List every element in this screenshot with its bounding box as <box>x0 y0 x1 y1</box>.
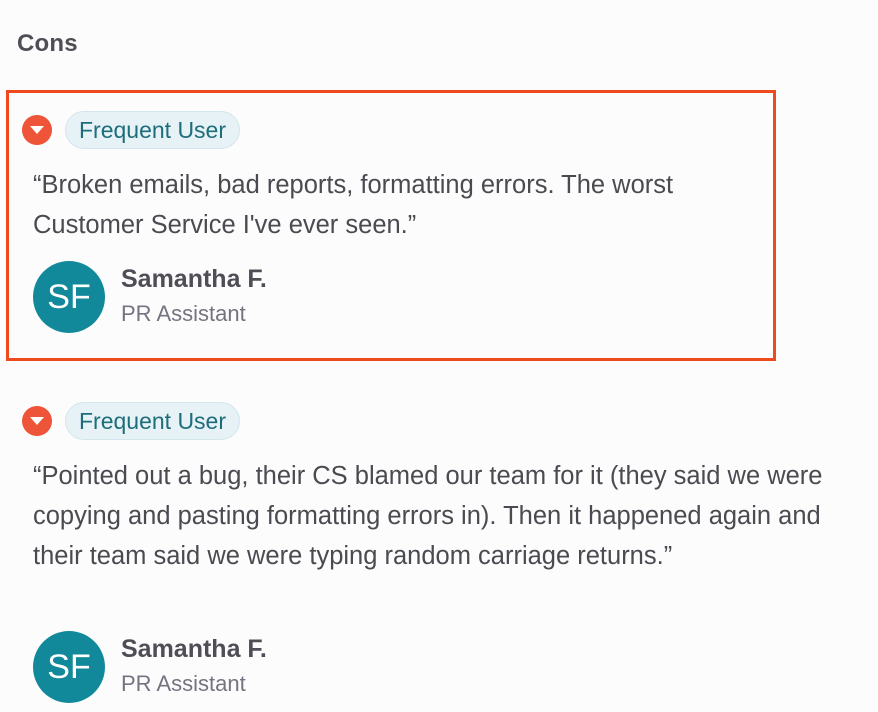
review-card: Frequent User “Pointed out a bug, their … <box>6 381 822 712</box>
review-card-highlighted: Frequent User “Broken emails, bad report… <box>6 90 776 361</box>
review-tag-row: Frequent User <box>22 110 241 150</box>
author-info: Samantha F. PR Assistant <box>121 262 267 332</box>
section-title: Cons <box>17 30 78 57</box>
review-quote: “Pointed out a bug, their CS blamed our … <box>33 462 823 570</box>
author-role: PR Assistant <box>121 671 246 696</box>
author-name: Samantha F. <box>121 265 267 293</box>
review-quote: “Broken emails, bad reports, formatting … <box>33 171 674 239</box>
author-name: Samantha F. <box>121 635 267 663</box>
chevron-down-circle-icon <box>22 406 52 436</box>
review-author: SF Samantha F. PR Assistant <box>33 631 267 703</box>
review-tag-row: Frequent User <box>22 401 241 441</box>
frequent-user-badge: Frequent User <box>65 111 241 149</box>
author-role: PR Assistant <box>121 301 246 326</box>
author-info: Samantha F. PR Assistant <box>121 632 267 702</box>
avatar: SF <box>33 631 105 703</box>
review-author: SF Samantha F. PR Assistant <box>33 261 267 333</box>
frequent-user-badge: Frequent User <box>65 402 241 440</box>
avatar: SF <box>33 261 105 333</box>
chevron-down-circle-icon <box>22 115 52 145</box>
